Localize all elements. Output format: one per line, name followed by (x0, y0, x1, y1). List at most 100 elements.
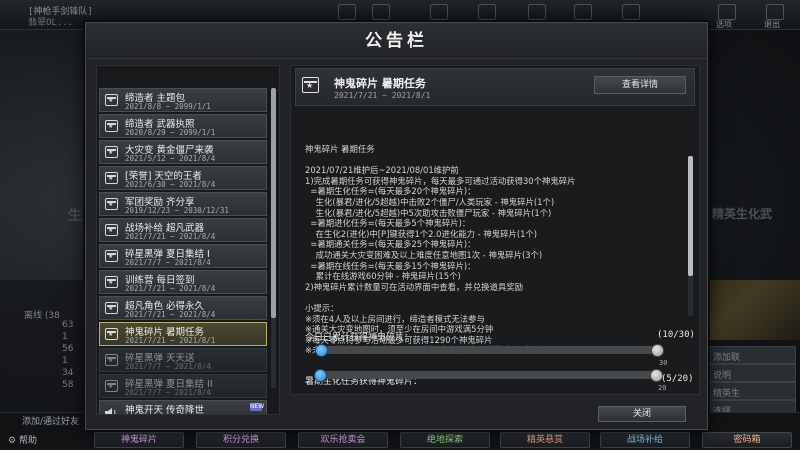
detail-title: 神鬼碎片 暑期任务 (334, 77, 426, 90)
bottom-tab[interactable]: 积分兑换 (196, 432, 286, 448)
bottom-tab[interactable]: 精英悬赏 (500, 432, 590, 448)
battery-icon[interactable] (430, 4, 448, 20)
content-scrollbar[interactable] (688, 156, 693, 316)
side-button[interactable]: 说明 (706, 364, 796, 382)
announcement-item-date: 2021/7/7 ~ 2021/8/4 (125, 362, 211, 371)
list-scrollbar-thumb[interactable] (271, 88, 276, 318)
view-details-button[interactable]: 查看详情 (594, 76, 686, 94)
bottom-tab[interactable]: 密码箱 (702, 432, 792, 448)
progress-bar-summer (320, 371, 656, 379)
progress-bar-daily (321, 346, 657, 354)
announcement-item-date: 2021/7/21 ~ 2021/8/4 (125, 284, 216, 293)
new-badge: NEW (250, 403, 265, 411)
calendar-icon (105, 146, 118, 158)
progress-end-knob (651, 344, 664, 357)
server-subtitle: 翡翠OL... (28, 18, 74, 28)
detail-date: 2021/7/21 ~ 2021/8/1 (334, 91, 431, 100)
announcement-item[interactable]: 缔造者 主题包2021/8/8 ~ 2099/1/1 (99, 88, 267, 112)
announcement-item-date: 2021/7/21 ~ 2021/8/4 (125, 310, 216, 319)
calendar-icon (105, 224, 118, 236)
announcement-item[interactable]: [荣誉] 天空的王者2021/6/30 ~ 2021/8/4 (99, 166, 267, 190)
announcement-item-date: 2019/12/23 ~ 2030/12/31 (125, 206, 229, 215)
friend-row[interactable]: 56 (62, 344, 73, 354)
calendar-icon (105, 276, 118, 288)
progress-count-daily: (10/30) (657, 330, 695, 340)
speaker-icon (104, 407, 118, 414)
offline-group-label[interactable]: 离线 (38 (24, 308, 60, 321)
bottom-tab[interactable]: 欢乐抢卖会 (298, 432, 388, 448)
announcement-item-date: 2020/8/29 ~ 2099/1/1 (125, 128, 216, 137)
calendar-icon (105, 198, 118, 210)
announcement-list[interactable]: 缔造者 主题包2021/8/8 ~ 2099/1/1缔造者 武器执照2020/8… (96, 65, 280, 415)
help-button[interactable]: ⚙ 帮助 (8, 433, 37, 446)
bottom-tab[interactable]: 神鬼碎片 (94, 432, 184, 448)
weapon-thumbnail (700, 280, 800, 340)
sword-icon[interactable] (574, 4, 592, 20)
bottom-tab[interactable]: 战场补给 (600, 432, 690, 448)
shield-icon[interactable] (622, 4, 640, 20)
announcement-item[interactable]: 缔造者 武器执照2020/8/29 ~ 2099/1/1 (99, 114, 267, 138)
progress-max-summer: 20 (658, 384, 667, 392)
announcement-item-date: 2021/8/8 ~ 2099/1/1 (125, 102, 211, 111)
ticket-icon[interactable] (528, 4, 546, 20)
settings-label: 选项 (716, 20, 732, 29)
friend-row[interactable]: 63 (62, 320, 73, 330)
announcement-item-date: 2021/7/7 ~ 2021/8/4 (125, 258, 211, 267)
settings-icon[interactable] (718, 4, 736, 20)
friend-row[interactable]: 1 (62, 332, 68, 342)
add-friend-button[interactable]: 添加/通过好友 (22, 414, 79, 427)
briefcase-icon[interactable] (478, 4, 496, 20)
side-text-right: 精英生化武 (712, 207, 773, 221)
power-label: 退出 (764, 20, 780, 29)
progress-count-summer: (5/20) (661, 374, 694, 384)
announcement-item[interactable]: 神鬼碎片 暑期任务2021/7/21 ~ 2021/8/1 (99, 322, 267, 346)
progress-end-knob (650, 369, 663, 382)
announcement-item[interactable]: 战场补给 超凡武器2021/7/21 ~ 2021/8/4 (99, 218, 267, 242)
announcement-item[interactable]: 大灾变 黄金僵尸来袭2021/5/12 ~ 2021/8/4 (99, 140, 267, 164)
announcement-item[interactable]: 碎星黑弹 夏日集结 I2021/7/7 ~ 2021/8/4 (99, 244, 267, 268)
calendar-icon (105, 328, 118, 340)
side-button[interactable]: 精英生 (706, 382, 796, 400)
announcement-detail: 神鬼碎片 暑期任务 2021/7/21 ~ 2021/8/1 查看详情 神鬼碎片… (290, 65, 700, 395)
content-scrollbar-thumb[interactable] (688, 156, 693, 276)
announcement-item[interactable]: 神鬼开天 传奇降世2021/7/7 ~ 2021/8/4NEW (99, 400, 267, 415)
announcement-item-date: 2021/7/21 ~ 2021/8/4 (125, 232, 216, 241)
bottom-tab[interactable]: 绝地探索 (400, 432, 490, 448)
announcement-item[interactable]: 军团奖励 齐分享2019/12/23 ~ 2030/12/31 (99, 192, 267, 216)
progress-max-daily: 30 (659, 359, 668, 367)
friend-row[interactable]: 58 (62, 380, 73, 390)
dialog-title: 公告栏 (86, 23, 707, 59)
calendar-icon (105, 94, 118, 106)
help-label: 帮助 (18, 436, 37, 446)
progress-label-daily: 今日已累计获得神鬼碎片： (305, 333, 414, 343)
announcement-item-date: 2021/7/7 ~ 2021/8/4 (125, 388, 211, 397)
calendar-icon (105, 250, 118, 262)
announcement-item-date: 2021/7/21 ~ 2021/8/1 (125, 336, 216, 345)
help-icon: ⚙ (8, 436, 19, 446)
side-button[interactable]: 添加联 (706, 346, 796, 364)
calendar-icon (105, 302, 118, 314)
friend-row[interactable]: 34 (62, 368, 73, 378)
announcement-item[interactable]: 训练营 每日签到2021/7/21 ~ 2021/8/4 (99, 270, 267, 294)
list-scrollbar[interactable] (271, 88, 276, 388)
detail-header: 神鬼碎片 暑期任务 2021/7/21 ~ 2021/8/1 查看详情 (295, 68, 695, 106)
announcement-item[interactable]: 超凡角色 必得永久2021/7/21 ~ 2021/8/4 (99, 296, 267, 320)
calendar-icon (105, 172, 118, 184)
progress-start-knob (315, 344, 328, 357)
friend-row[interactable]: 1 (62, 356, 68, 366)
power-icon[interactable] (766, 4, 784, 20)
calendar-icon (105, 354, 118, 366)
calendar-icon (302, 77, 319, 93)
calendar-icon (105, 120, 118, 132)
edit-icon[interactable] (338, 4, 356, 20)
detail-body: 神鬼碎片 暑期任务 2021/07/21维护后~2021/08/01维护前 1)… (305, 144, 576, 355)
announcement-item[interactable]: 碎星黑弹 天天送2021/7/7 ~ 2021/8/4 (99, 348, 267, 372)
close-button[interactable]: 关闭 (598, 406, 686, 422)
announcement-item-date: 2021/7/7 ~ 2021/8/4 (125, 414, 211, 415)
announcement-dialog: 公告栏 缔造者 主题包2021/8/8 ~ 2099/1/1缔造者 武器执照20… (85, 22, 708, 430)
progress-start-knob (314, 369, 327, 382)
megaphone-icon[interactable] (372, 4, 390, 20)
announcement-item[interactable]: 碎星黑弹 夏日集结 II2021/7/7 ~ 2021/8/4 (99, 374, 267, 398)
announcement-item-date: 2021/6/30 ~ 2021/8/4 (125, 180, 216, 189)
calendar-icon (105, 380, 118, 392)
